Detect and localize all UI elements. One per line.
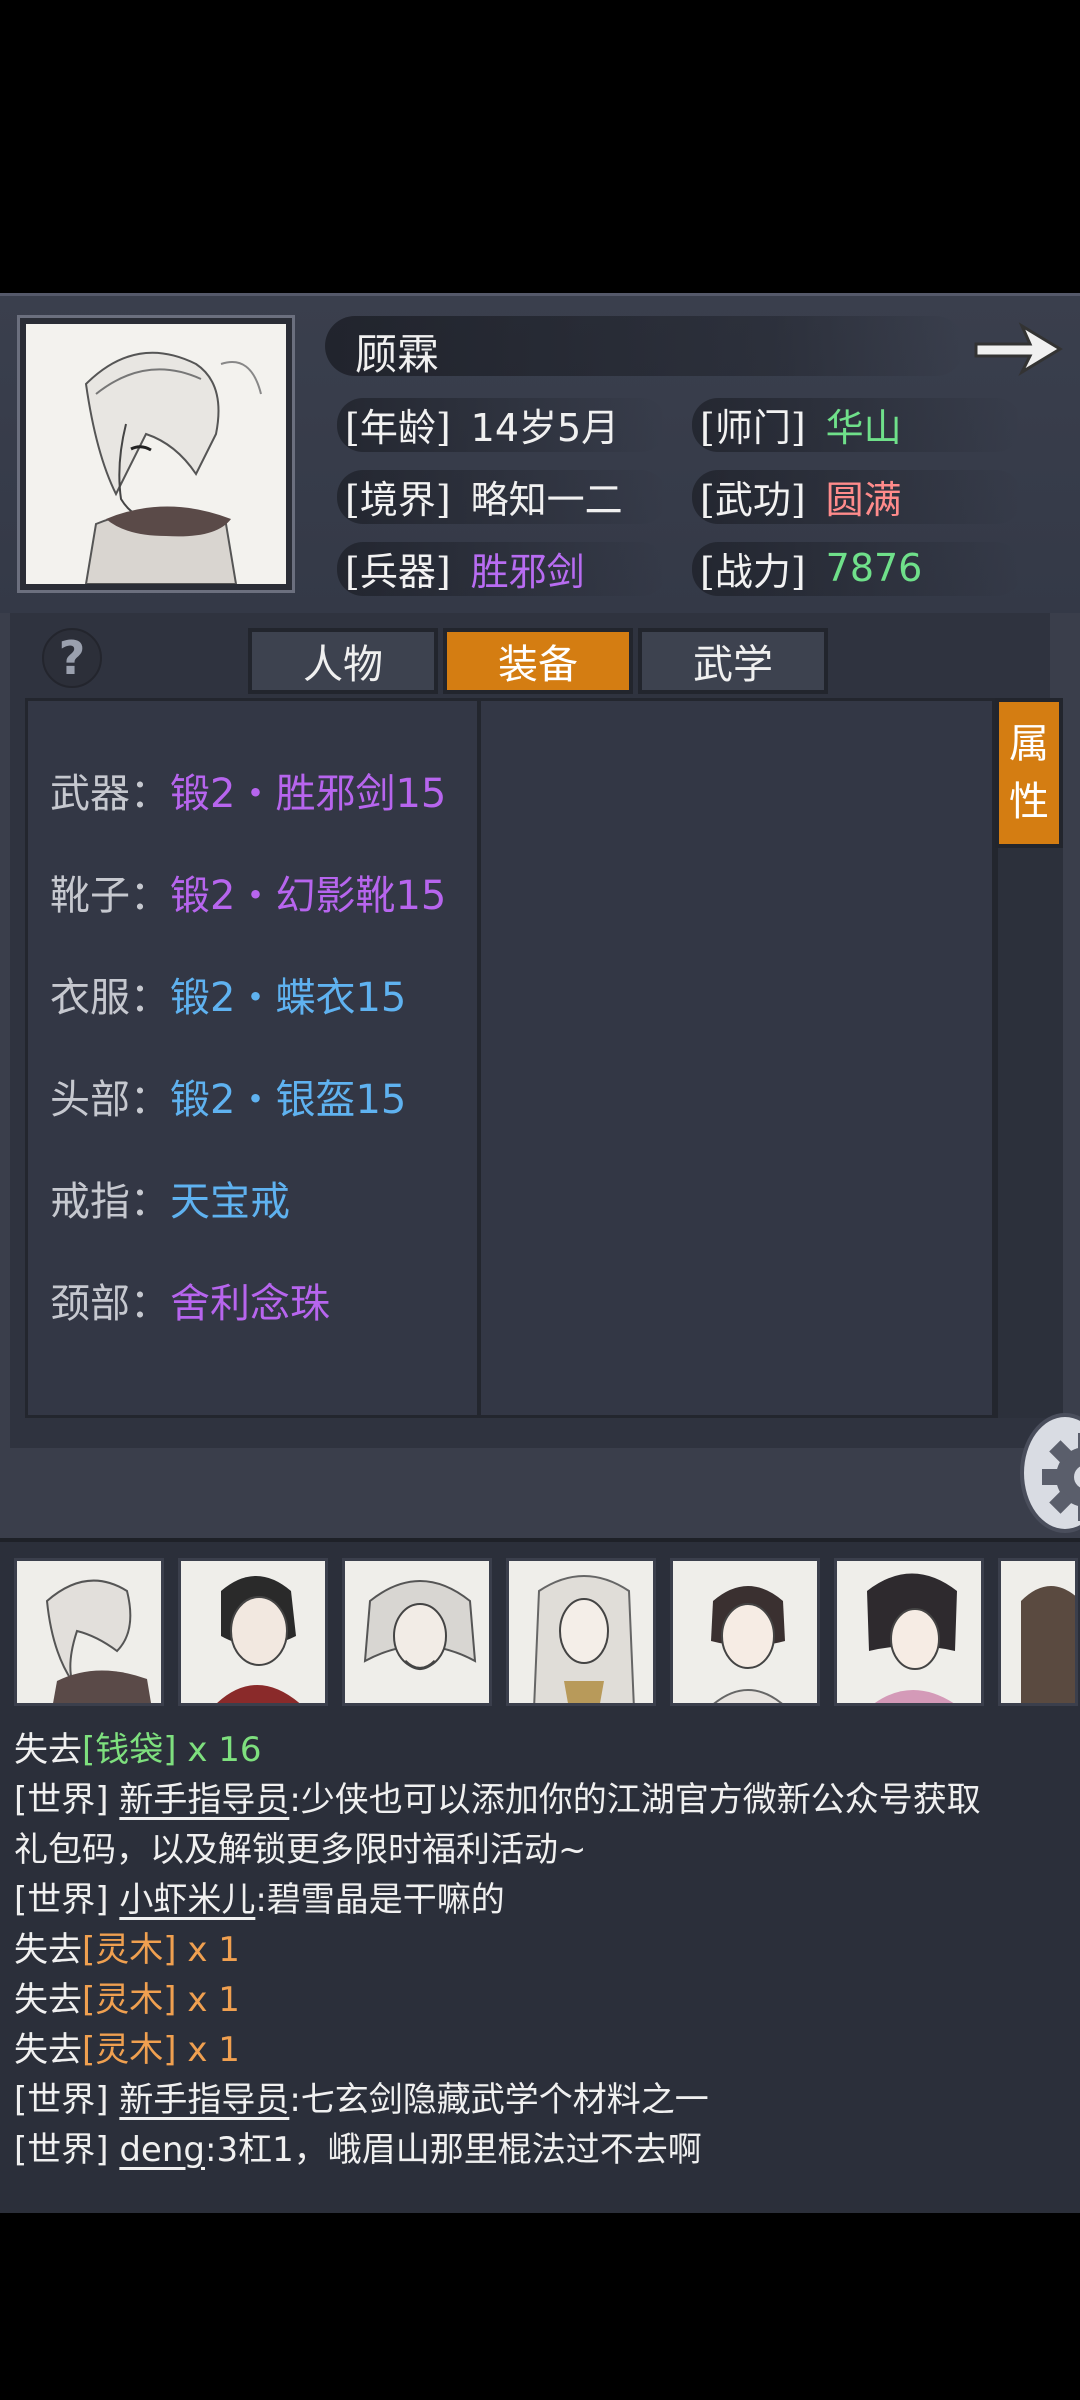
stat-realm: [境界] 略知一二 [337,466,667,526]
chat-username[interactable]: 新手指导员 [119,1780,289,1820]
chat-line: 失去[钱袋] x 16 [14,1722,262,1771]
tab-character[interactable]: 人物 [248,628,438,694]
stat-sect-label: [师门] [700,405,806,450]
chat-item-link[interactable]: [灵木] [82,1980,177,2020]
chat-quantity: x 1 [176,1930,240,1970]
equip-item-name: 锻2・银盔15 [170,1077,407,1123]
stat-power: [战力] 7876 [691,538,1023,598]
chat-quantity: x 16 [176,1730,262,1770]
chat-quantity: x 1 [176,1980,240,2020]
chat-channel: [世界] [14,2080,109,2120]
chat-line: 失去[灵木] x 1 [14,1922,240,1971]
chat-username[interactable]: 新手指导员 [119,2080,289,2120]
equipment-section: ? 人物 装备 武学 武器：锻2・胜邪剑15 靴子：锻2・幻影靴15 衣服：锻2… [0,613,1080,1538]
party-member-portrait[interactable] [670,1558,820,1706]
equip-slot-neck[interactable]: 颈部：舍利念珠 [50,1271,330,1329]
chat-item-link[interactable]: [灵木] [82,2030,177,2070]
equipment-detail-panel [478,698,995,1418]
equip-slot-label: 头部： [50,1077,170,1123]
tab-martial-arts[interactable]: 武学 [638,628,828,694]
party-member-portrait[interactable] [834,1558,984,1706]
tab-equipment[interactable]: 装备 [443,628,633,694]
character-portrait[interactable] [20,318,292,590]
stat-martial-value: 圆满 [825,477,902,522]
portrait-illustration [26,324,286,584]
chat-message: :少侠也可以添加你的江湖官方微新公众号获取 [289,1780,981,1820]
equipment-list-panel: 武器：锻2・胜邪剑15 靴子：锻2・幻影靴15 衣服：锻2・蝶衣15 头部：锻2… [25,698,480,1418]
tab-attributes-char2: 性 [1009,779,1049,825]
equip-slot-weapon[interactable]: 武器：锻2・胜邪剑15 [50,761,446,819]
chat-message: :3杠1，峨眉山那里棍法过不去啊 [204,2130,702,2170]
equip-slot-label: 颈部： [50,1281,170,1327]
next-arrow-icon[interactable] [970,314,1066,384]
stat-sect-value: 华山 [825,405,902,450]
chat-item-link[interactable]: [钱袋] [82,1730,177,1770]
equip-slot-label: 衣服： [50,975,170,1021]
chat-log[interactable]: 失去[钱袋] x 16 [世界] 新手指导员:少侠也可以添加你的江湖官方微新公众… [0,1708,1080,2213]
chat-username[interactable]: deng [119,2130,205,2170]
stat-weapon-value: 胜邪剑 [470,549,585,594]
chat-line: [世界] 小虾米儿:碧雪晶是干嘛的 [14,1872,505,1921]
chat-prefix: 失去 [14,2030,82,2070]
stat-realm-value: 略知一二 [470,477,623,522]
equip-slot-ring[interactable]: 戒指：天宝戒 [50,1169,290,1227]
chat-item-link[interactable]: [灵木] [82,1930,177,1970]
party-member-portrait[interactable] [506,1558,656,1706]
chat-message: :碧雪晶是干嘛的 [255,1880,505,1920]
chat-line: [世界] 新手指导员:七玄剑隐藏武学个材料之一 [14,2072,709,2121]
equip-slot-label: 武器： [50,771,170,817]
stat-weapon: [兵器] 胜邪剑 [337,538,667,598]
party-portraits [0,1538,1080,1708]
character-name: 顾霖 [355,330,440,379]
help-icon[interactable]: ? [42,628,102,688]
stat-weapon-label: [兵器] [345,549,451,594]
chat-line: [世界] deng:3杠1，峨眉山那里棍法过不去啊 [14,2122,702,2171]
equip-slot-head[interactable]: 头部：锻2・银盔15 [50,1067,406,1125]
chat-channel: [世界] [14,1880,109,1920]
chat-message: :七玄剑隐藏武学个材料之一 [289,2080,709,2120]
stat-power-value: 7876 [825,546,923,590]
equip-slot-label: 靴子： [50,873,170,919]
chat-prefix: 失去 [14,1730,82,1770]
chat-channel: [世界] [14,1780,109,1820]
equip-slot-label: 戒指： [50,1179,170,1225]
equip-item-name: 天宝戒 [170,1179,290,1225]
party-member-portrait[interactable] [998,1558,1078,1706]
party-member-portrait[interactable] [14,1558,164,1706]
equip-slot-boots[interactable]: 靴子：锻2・幻影靴15 [50,863,446,921]
equip-item-name: 锻2・幻影靴15 [170,873,447,919]
chat-line: 失去[灵木] x 1 [14,2022,240,2071]
equip-item-name: 舍利念珠 [170,1281,330,1327]
equip-item-name: 锻2・蝶衣15 [170,975,407,1021]
equip-item-name: 锻2・胜邪剑15 [170,771,447,817]
stat-realm-label: [境界] [345,477,451,522]
character-header: 顾霖 [年龄] 14岁5月 [境界] 略知一二 [兵器] 胜邪剑 [师门] 华山… [0,293,1080,613]
stat-age-label: [年龄] [345,405,451,450]
chat-line: [世界] 新手指导员:少侠也可以添加你的江湖官方微新公众号获取 [14,1772,981,1821]
party-member-portrait[interactable] [342,1558,492,1706]
chat-message: 礼包码，以及解锁更多限时福利活动~ [14,1830,587,1870]
tab-attributes[interactable]: 属 性 [995,698,1063,848]
stat-sect: [师门] 华山 [692,394,1022,454]
chat-line: 失去[灵木] x 1 [14,1972,240,2021]
chat-quantity: x 1 [176,2030,240,2070]
chat-prefix: 失去 [14,1930,82,1970]
equip-slot-clothes[interactable]: 衣服：锻2・蝶衣15 [50,965,406,1023]
party-member-portrait[interactable] [178,1558,328,1706]
stat-age-value: 14岁5月 [470,405,620,450]
side-tab-track [995,848,1063,1418]
stat-power-label: [战力] [700,549,806,594]
stat-martial: [武功] 圆满 [692,466,1022,526]
chat-prefix: 失去 [14,1980,82,2020]
chat-line: 礼包码，以及解锁更多限时福利活动~ [14,1822,587,1871]
chat-channel: [世界] [14,2130,109,2170]
chat-username[interactable]: 小虾米儿 [119,1880,255,1920]
stat-martial-label: [武功] [700,477,806,522]
stat-age: [年龄] 14岁5月 [336,394,668,454]
tab-attributes-char1: 属 [1009,721,1049,767]
